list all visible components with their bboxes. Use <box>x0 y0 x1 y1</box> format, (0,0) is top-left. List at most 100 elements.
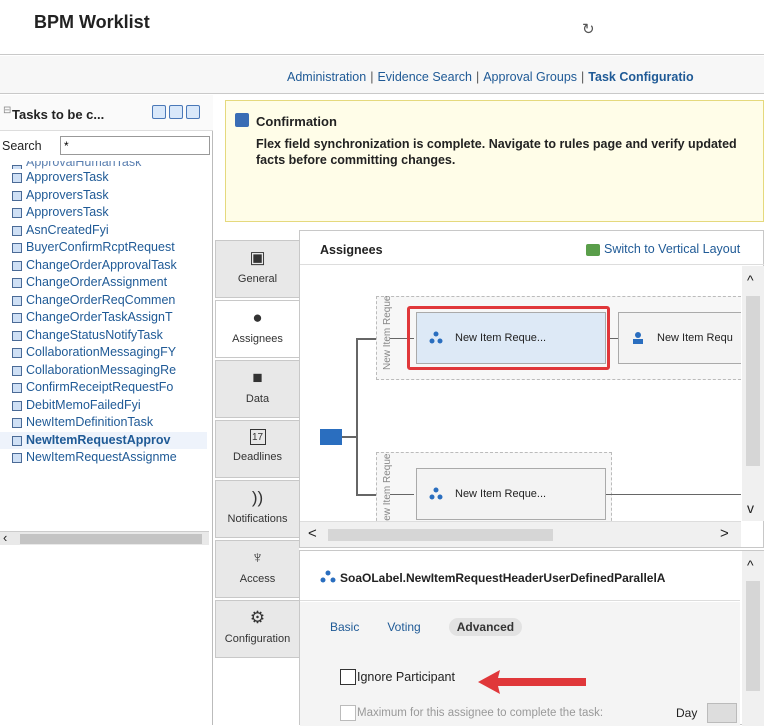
task-list: ApprovalHumanTask ApproversTask Approver… <box>0 161 207 531</box>
connector-line <box>356 338 376 340</box>
ignore-participant-row[interactable]: Ignore Participant <box>340 669 455 685</box>
task-item[interactable]: ChangeOrderTaskAssignT <box>0 309 207 327</box>
switch-layout-link[interactable]: Switch to Vertical Layout <box>586 242 740 256</box>
clipboard-icon: ▣ <box>249 248 266 267</box>
task-item[interactable]: NewItemRequestAssignme <box>0 449 207 467</box>
connector-line <box>390 494 414 495</box>
detail-scrollbar[interactable]: ^ <box>742 551 764 726</box>
app-header: BPM Worklist ↻ <box>0 0 764 55</box>
confirmation-icon <box>235 113 249 127</box>
search-input[interactable] <box>60 136 210 155</box>
chevron-up-icon[interactable]: ^ <box>747 272 754 288</box>
task-icon <box>12 173 22 183</box>
task-item[interactable]: ApprovalHumanTask <box>0 161 207 169</box>
refresh-tool-icon[interactable] <box>152 105 166 119</box>
task-list-scrollbar[interactable]: ‹ <box>0 530 209 545</box>
chevron-right-icon[interactable]: > <box>720 525 729 542</box>
task-icon <box>12 435 22 446</box>
export-icon[interactable] <box>186 105 200 119</box>
gear-icon: ⚙ <box>249 608 266 627</box>
task-item[interactable]: DebitMemoFailedFyi <box>0 397 207 415</box>
refresh-icon[interactable]: ↻ <box>582 20 595 38</box>
task-icon <box>12 208 22 218</box>
nav-link-approval-groups[interactable]: Approval Groups <box>483 70 577 84</box>
nav-link-administration[interactable]: Administration <box>287 70 366 84</box>
task-item-selected[interactable]: NewItemRequestApprov <box>0 431 207 449</box>
person-icon <box>633 332 643 344</box>
layout-icon <box>586 243 600 256</box>
collapse-icon[interactable]: ⊟ <box>3 105 11 116</box>
save-icon[interactable] <box>169 105 183 119</box>
connector-line <box>356 494 376 496</box>
max-time-checkbox[interactable] <box>340 705 356 721</box>
tab-data[interactable]: ■ Data <box>215 360 299 418</box>
scroll-thumb[interactable] <box>746 296 760 466</box>
tab-notifications[interactable]: )) Notifications <box>215 480 299 538</box>
scroll-thumb[interactable] <box>746 581 760 691</box>
max-time-label: Maximum for this assignee to complete th… <box>357 707 604 719</box>
task-item[interactable]: ChangeOrderAssignment <box>0 274 207 292</box>
canvas-vertical-scrollbar[interactable]: ^ v <box>742 266 764 521</box>
task-item[interactable]: ConfirmReceiptRequestFo <box>0 379 207 397</box>
scroll-left-icon[interactable]: ‹ <box>3 530 7 545</box>
task-item[interactable]: ApproversTask <box>0 169 207 187</box>
confirmation-title: Confirmation <box>256 114 337 129</box>
task-item[interactable]: AsnCreatedFyi <box>0 222 207 240</box>
chevron-left-icon[interactable]: < <box>308 525 317 542</box>
panel-header: ⊟ Tasks to be c... <box>0 95 213 131</box>
task-icon <box>12 295 22 306</box>
task-list-panel: ⊟ Tasks to be c... Search ApprovalHumanT… <box>0 95 213 725</box>
chevron-up-icon[interactable]: ^ <box>747 557 754 573</box>
nav-separator: | <box>581 70 585 84</box>
calendar-icon: 17 <box>249 429 266 445</box>
tab-basic[interactable]: Basic <box>330 620 359 636</box>
group-icon <box>429 487 443 500</box>
assignee-canvas[interactable]: New Item Reque New Item Reque... New Ite… <box>300 266 741 521</box>
key-icon: ♆ <box>251 548 264 567</box>
task-item[interactable]: NewItemDefinitionTask <box>0 414 207 432</box>
confirmation-text: Flex field synchronization is complete. … <box>256 137 737 167</box>
tab-voting[interactable]: Voting <box>387 620 420 636</box>
tab-access[interactable]: ♆ Access <box>215 540 299 598</box>
nav-separator: | <box>475 70 480 84</box>
task-item[interactable]: ApproversTask <box>0 204 207 222</box>
tab-advanced[interactable]: Advanced <box>448 618 523 636</box>
assignee-node[interactable]: New Item Requ <box>618 312 741 364</box>
canvas-horizontal-scrollbar[interactable]: < > <box>300 521 741 547</box>
scroll-thumb[interactable] <box>20 534 202 544</box>
nav-separator: | <box>370 70 374 84</box>
nav-link-evidence-search[interactable]: Evidence Search <box>377 70 472 84</box>
lane-label: New Item Reque <box>382 295 393 370</box>
ignore-participant-checkbox[interactable] <box>340 669 356 685</box>
group-icon <box>320 570 336 583</box>
scroll-thumb[interactable] <box>328 529 553 541</box>
nav-links: Administration | Evidence Search | Approval … <box>287 70 694 84</box>
task-item[interactable]: ApproversTask <box>0 187 207 205</box>
nav-bar: Administration | Evidence Search | Approval … <box>0 56 764 94</box>
task-item[interactable]: BuyerConfirmRcptRequest <box>0 239 207 257</box>
chevron-down-icon[interactable]: v <box>747 500 754 516</box>
lane-label: New Item Reque <box>382 453 393 521</box>
task-icon <box>12 190 22 201</box>
task-item[interactable]: CollaborationMessagingRe <box>0 362 207 380</box>
envelope-icon <box>320 429 342 445</box>
tab-general[interactable]: ▣ General <box>215 240 299 298</box>
task-icon <box>12 365 22 376</box>
assignee-node[interactable]: New Item Reque... <box>416 468 606 520</box>
detail-body: Basic Voting Advanced Ignore Participant… <box>300 602 740 726</box>
task-item[interactable]: ChangeOrderReqCommen <box>0 292 207 310</box>
task-item[interactable]: ChangeStatusNotifyTask <box>0 327 207 345</box>
detail-title: SoaOLabel.NewItemRequestHeaderUserDefine… <box>340 571 666 585</box>
task-icon <box>12 225 22 236</box>
task-item[interactable]: CollaborationMessagingFY <box>0 344 207 362</box>
task-icon <box>12 313 22 323</box>
connector-line <box>606 494 741 495</box>
task-item[interactable]: ChangeOrderApprovalTask <box>0 257 207 275</box>
rss-icon: )) <box>251 488 264 507</box>
tab-assignees[interactable]: ● Assignees <box>215 300 299 358</box>
tab-deadlines[interactable]: 17 Deadlines <box>215 420 299 478</box>
nav-link-task-configuration[interactable]: Task Configuratio <box>588 70 693 84</box>
tab-configuration[interactable]: ⚙ Configuration <box>215 600 299 658</box>
max-time-row: Maximum for this assignee to complete th… <box>340 705 603 721</box>
day-input[interactable] <box>707 703 737 723</box>
